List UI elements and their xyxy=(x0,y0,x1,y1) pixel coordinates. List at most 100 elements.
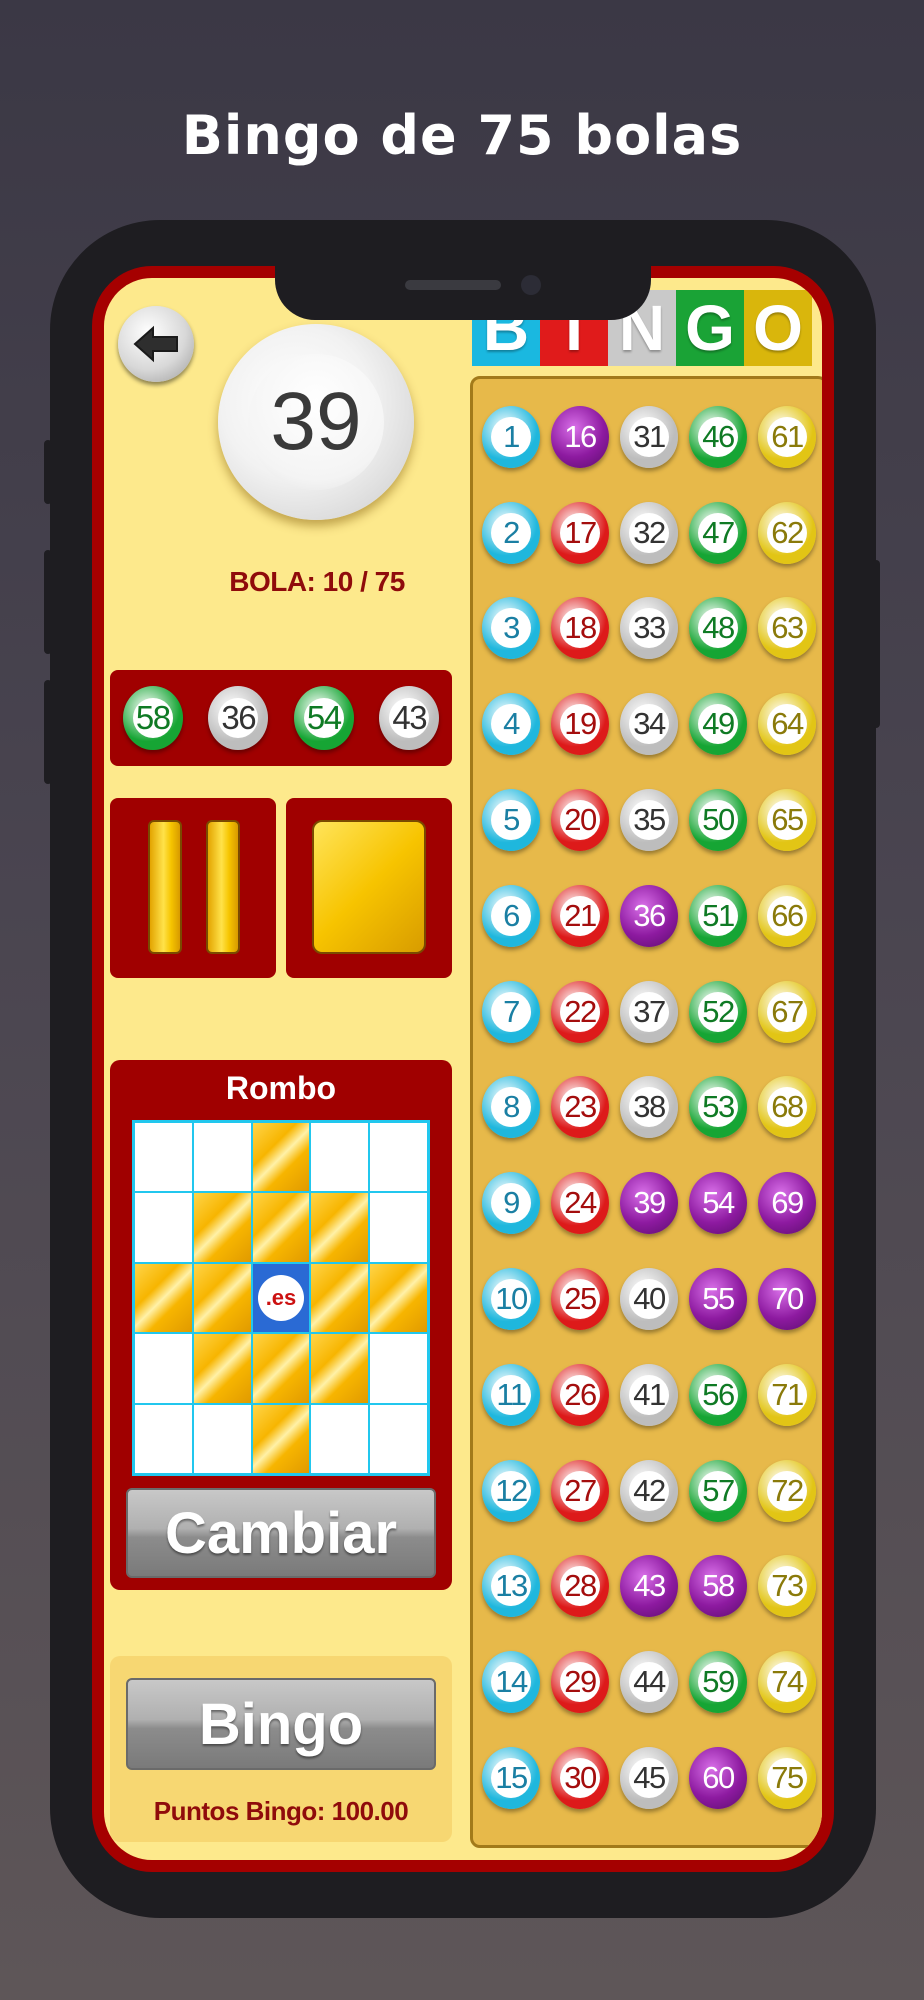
pattern-cell-filled xyxy=(252,1334,310,1403)
ball-36: 36 xyxy=(620,884,678,947)
board-cell: 12 xyxy=(477,1443,545,1539)
ball-number: 57 xyxy=(698,1470,738,1511)
ball-74: 74 xyxy=(758,1651,816,1714)
ball-number: 36 xyxy=(633,897,666,933)
ball-11: 11 xyxy=(482,1363,540,1426)
ball-27: 27 xyxy=(551,1459,609,1522)
es-logo: .es xyxy=(257,1274,304,1321)
board-cell: 32 xyxy=(615,485,683,581)
ball-number: 12 xyxy=(491,1470,531,1511)
ball-number: 56 xyxy=(698,1374,738,1415)
ball-3: 3 xyxy=(482,597,540,660)
ball-29: 29 xyxy=(551,1651,609,1714)
ball-number: 43 xyxy=(389,698,430,738)
ball-number: 75 xyxy=(767,1758,807,1799)
ball-number: 61 xyxy=(767,416,807,457)
board-cell: 68 xyxy=(753,1060,821,1156)
ball-52: 52 xyxy=(689,980,747,1043)
ball-71: 71 xyxy=(758,1363,816,1426)
board-cell: 50 xyxy=(684,772,752,868)
ball-15: 15 xyxy=(482,1747,540,1810)
ball-number: 7 xyxy=(491,991,531,1032)
board-cell: 51 xyxy=(684,868,752,964)
ball-24: 24 xyxy=(551,1172,609,1235)
pattern-cell-filled xyxy=(311,1263,369,1333)
ball-54: 54 xyxy=(689,1172,747,1235)
pattern-cell-empty xyxy=(370,1404,427,1473)
pause-button[interactable] xyxy=(110,798,276,978)
bingo-button[interactable]: Bingo xyxy=(126,1678,436,1770)
ball-number: 17 xyxy=(560,512,600,553)
phone-volume-up xyxy=(44,550,52,654)
ball-37: 37 xyxy=(620,980,678,1043)
ball-47: 47 xyxy=(689,501,747,564)
current-ball-number: 39 xyxy=(248,354,384,490)
ball-number: 70 xyxy=(771,1281,804,1317)
ball-64: 64 xyxy=(758,693,816,756)
ball-number: 65 xyxy=(767,800,807,841)
stop-button[interactable] xyxy=(286,798,452,978)
ball-number: 30 xyxy=(560,1758,600,1799)
ball-56: 56 xyxy=(689,1363,747,1426)
ball-68: 68 xyxy=(758,1076,816,1139)
notch-camera xyxy=(521,275,541,295)
ball-number: 31 xyxy=(629,416,669,457)
ball-number: 47 xyxy=(698,512,738,553)
change-pattern-button[interactable]: Cambiar xyxy=(126,1488,436,1578)
board-cell: 64 xyxy=(753,676,821,772)
ball-number: 33 xyxy=(629,608,669,649)
ball-number: 41 xyxy=(629,1374,669,1415)
ball-8: 8 xyxy=(482,1076,540,1139)
ball-number: 25 xyxy=(560,1279,600,1320)
ball-number: 18 xyxy=(560,608,600,649)
ball-number: 19 xyxy=(560,704,600,745)
pattern-cell-empty xyxy=(135,1123,192,1192)
ball-67: 67 xyxy=(758,980,816,1043)
ball-number: 63 xyxy=(767,608,807,649)
ball-number: 13 xyxy=(491,1566,531,1607)
ball-number: 37 xyxy=(629,991,669,1032)
board-cell: 49 xyxy=(684,676,752,772)
ball-18: 18 xyxy=(551,597,609,660)
board-cell: 11 xyxy=(477,1347,545,1443)
ball-38: 38 xyxy=(620,1076,678,1139)
ball-number: 54 xyxy=(702,1185,735,1221)
ball-number: 27 xyxy=(560,1470,600,1511)
ball-number: 53 xyxy=(698,1087,738,1128)
recent-ball-36: 36 xyxy=(208,686,269,750)
app-content: 39 BOLA: 10 / 75 58 36 54 43 Rombo .es Camb… xyxy=(104,278,822,1860)
pattern-cell-filled xyxy=(252,1193,310,1262)
recent-ball-58: 58 xyxy=(122,686,183,750)
pattern-center-cell: .es xyxy=(252,1263,310,1333)
ball-49: 49 xyxy=(689,693,747,756)
board-cell: 22 xyxy=(546,964,614,1060)
ball-number: 52 xyxy=(698,991,738,1032)
recent-ball-54: 54 xyxy=(293,686,354,750)
ball-number: 23 xyxy=(560,1087,600,1128)
board-cell: 33 xyxy=(615,581,683,677)
ball-number: 51 xyxy=(698,895,738,936)
ball-51: 51 xyxy=(689,884,747,947)
back-button[interactable] xyxy=(118,306,194,382)
phone-mute-switch xyxy=(44,440,52,504)
ball-number: 2 xyxy=(491,512,531,553)
ball-number: 73 xyxy=(767,1566,807,1607)
ball-number: 66 xyxy=(767,895,807,936)
board-cell: 44 xyxy=(615,1634,683,1730)
ball-30: 30 xyxy=(551,1747,609,1810)
board-cell: 45 xyxy=(615,1730,683,1826)
ball-number: 28 xyxy=(560,1566,600,1607)
board-cell: 71 xyxy=(753,1347,821,1443)
ball-12: 12 xyxy=(482,1459,540,1522)
board-cell: 10 xyxy=(477,1251,545,1347)
ball-number: 21 xyxy=(560,895,600,936)
board-cell: 62 xyxy=(753,485,821,581)
ball-13: 13 xyxy=(482,1555,540,1618)
board-cell: 28 xyxy=(546,1539,614,1635)
ball-19: 19 xyxy=(551,693,609,756)
ball-number: 67 xyxy=(767,991,807,1032)
ball-25: 25 xyxy=(551,1268,609,1331)
ball-48: 48 xyxy=(689,597,747,660)
board-cell: 9 xyxy=(477,1155,545,1251)
ball-43: 43 xyxy=(620,1555,678,1618)
